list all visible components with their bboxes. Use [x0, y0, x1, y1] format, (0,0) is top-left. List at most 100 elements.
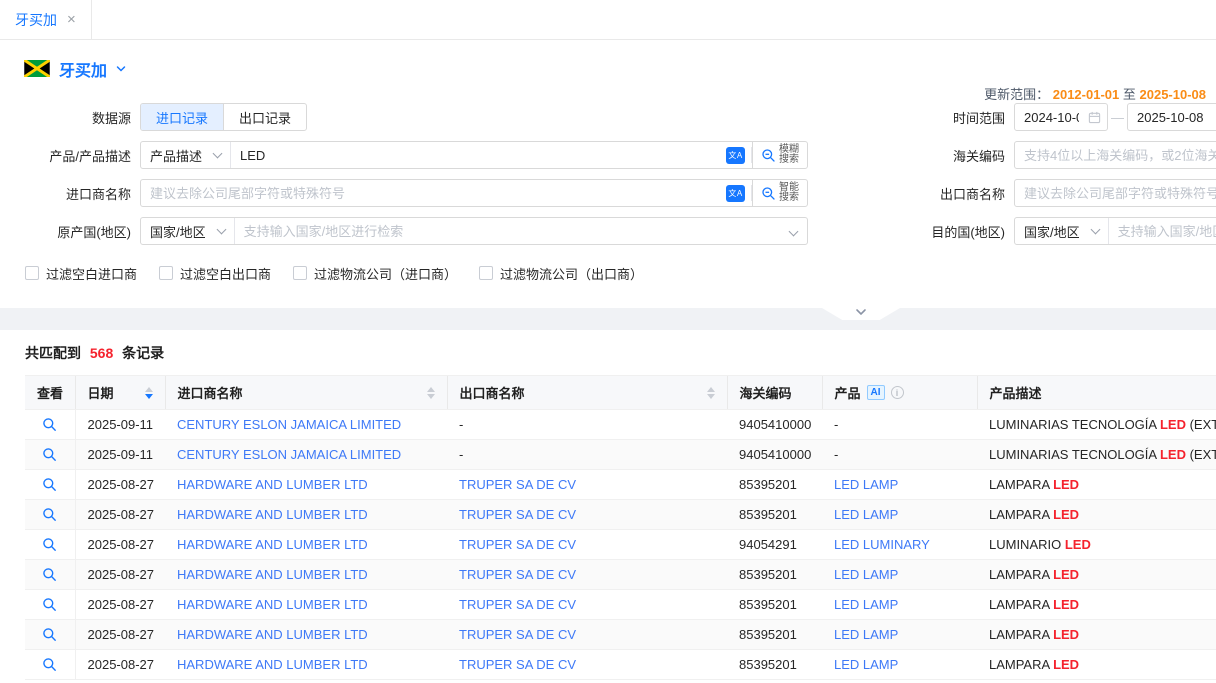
view-record-icon[interactable] [39, 654, 61, 676]
product-link[interactable]: LED LAMP [834, 567, 898, 582]
translate-icon[interactable]: 文A [726, 185, 745, 202]
tab-import-records[interactable]: 进口记录 [141, 104, 223, 130]
tab-export-records[interactable]: 出口记录 [223, 104, 306, 130]
origin-country-select-value: 国家/地区 [150, 222, 206, 241]
view-record-icon[interactable] [39, 474, 61, 496]
exporter-name-input[interactable] [1015, 180, 1216, 206]
view-cell [25, 620, 75, 650]
checkbox-label: 过滤物流公司（进口商） [314, 264, 457, 283]
hs-code-value: 85395201 [739, 627, 797, 642]
update-range-to: 至 [1123, 87, 1136, 102]
view-record-icon[interactable] [39, 564, 61, 586]
sort-icons-date[interactable] [145, 387, 153, 399]
record-date: 2025-08-27 [88, 597, 155, 612]
view-record-icon[interactable] [39, 624, 61, 646]
date-start-field[interactable] [1014, 103, 1108, 131]
view-record-icon[interactable] [39, 414, 61, 436]
product-cell: LED LAMP [822, 470, 977, 500]
exporter-link[interactable]: TRUPER SA DE CV [459, 597, 576, 612]
importer-link[interactable]: HARDWARE AND LUMBER LTD [177, 627, 368, 642]
exporter-link[interactable]: TRUPER SA DE CV [459, 627, 576, 642]
table-row: 2025-09-11CENTURY ESLON JAMAICA LIMITED-… [25, 410, 1216, 440]
smart-search-button[interactable]: 智能 搜索 [752, 180, 807, 206]
product-input-group: 产品描述 文A 模糊 搜索 [140, 141, 808, 169]
importer-cell: HARDWARE AND LUMBER LTD [165, 650, 447, 680]
hs-code-value: 94054291 [739, 537, 797, 552]
exporter-link[interactable]: TRUPER SA DE CV [459, 657, 576, 672]
exporter-name-field[interactable] [1014, 179, 1216, 207]
importer-cell: HARDWARE AND LUMBER LTD [165, 620, 447, 650]
smart-search-line2: 搜索 [779, 193, 799, 203]
view-cell [25, 440, 75, 470]
date-start-input[interactable] [1015, 104, 1088, 130]
importer-name-input[interactable] [141, 180, 726, 206]
checkbox-filter-logistics-importer[interactable]: 过滤物流公司（进口商） [293, 264, 457, 283]
close-icon[interactable]: × [67, 12, 76, 27]
dest-country-select[interactable]: 国家/地区 [1015, 218, 1109, 244]
importer-label: 进口商名称 [0, 184, 140, 203]
product-cell: LED LUMINARY [822, 530, 977, 560]
exporter-link[interactable]: TRUPER SA DE CV [459, 507, 576, 522]
view-record-icon[interactable] [39, 534, 61, 556]
hs-cell: 85395201 [727, 650, 822, 680]
importer-cell: HARDWARE AND LUMBER LTD [165, 470, 447, 500]
hs-code-field[interactable] [1014, 141, 1216, 169]
date-end-input[interactable] [1128, 104, 1214, 130]
date-end-field[interactable] [1127, 103, 1216, 131]
importer-link[interactable]: CENTURY ESLON JAMAICA LIMITED [177, 447, 401, 462]
exporter-link[interactable]: TRUPER SA DE CV [459, 537, 576, 552]
chevron-down-icon [1090, 224, 1100, 234]
checkbox-filter-logistics-exporter[interactable]: 过滤物流公司（出口商） [479, 264, 643, 283]
exporter-cell: TRUPER SA DE CV [447, 470, 727, 500]
importer-link[interactable]: CENTURY ESLON JAMAICA LIMITED [177, 417, 401, 432]
product-label: 产品/产品描述 [0, 146, 140, 165]
results-summary: 共匹配到 568 条记录 [0, 330, 1216, 375]
importer-cell: HARDWARE AND LUMBER LTD [165, 500, 447, 530]
product-link[interactable]: LED LAMP [834, 627, 898, 642]
sort-icons-importer[interactable] [427, 387, 435, 399]
fuzzy-search-button[interactable]: 模糊 搜索 [752, 142, 807, 168]
info-icon[interactable] [891, 386, 904, 399]
product-link[interactable]: LED LAMP [834, 597, 898, 612]
importer-link[interactable]: HARDWARE AND LUMBER LTD [177, 477, 368, 492]
dest-country-input[interactable] [1109, 218, 1216, 244]
description-cell: LAMPARA LED [977, 650, 1216, 680]
product-link[interactable]: LED LAMP [834, 477, 898, 492]
col-product-label: 产品 [835, 383, 861, 402]
view-record-icon[interactable] [39, 594, 61, 616]
view-record-icon[interactable] [39, 504, 61, 526]
exporter-link[interactable]: TRUPER SA DE CV [459, 567, 576, 582]
product-type-select[interactable]: 产品描述 [141, 142, 231, 168]
translate-icon[interactable]: 文A [726, 147, 745, 164]
view-record-icon[interactable] [39, 444, 61, 466]
product-link[interactable]: LED LAMP [834, 507, 898, 522]
product-cell: LED LAMP [822, 590, 977, 620]
chevron-down-icon [855, 308, 867, 316]
checkbox-label: 过滤空白出口商 [180, 264, 271, 283]
table-row: 2025-08-27HARDWARE AND LUMBER LTDTRUPER … [25, 620, 1216, 650]
importer-link[interactable]: HARDWARE AND LUMBER LTD [177, 567, 368, 582]
checkbox-filter-blank-exporter[interactable]: 过滤空白出口商 [159, 264, 271, 283]
ai-badge: AI [867, 385, 885, 400]
checkbox-filter-blank-importer[interactable]: 过滤空白进口商 [25, 264, 137, 283]
hs-cell: 85395201 [727, 560, 822, 590]
exporter-link[interactable]: TRUPER SA DE CV [459, 477, 576, 492]
origin-country-select[interactable]: 国家/地区 [141, 218, 235, 244]
tab-jamaica[interactable]: 牙买加 × [0, 0, 92, 39]
importer-link[interactable]: HARDWARE AND LUMBER LTD [177, 597, 368, 612]
importer-link[interactable]: HARDWARE AND LUMBER LTD [177, 657, 368, 672]
datasource-label: 数据源 [0, 108, 140, 127]
sort-icons-exporter[interactable] [707, 387, 715, 399]
product-search-input[interactable] [231, 142, 726, 168]
product-link[interactable]: LED LUMINARY [834, 537, 930, 552]
date-cell: 2025-08-27 [75, 650, 165, 680]
origin-country-input[interactable] [235, 218, 786, 244]
summary-suffix: 条记录 [122, 345, 164, 361]
importer-link[interactable]: HARDWARE AND LUMBER LTD [177, 507, 368, 522]
importer-link[interactable]: HARDWARE AND LUMBER LTD [177, 537, 368, 552]
product-cell: LED LAMP [822, 620, 977, 650]
chevron-down-icon[interactable] [116, 64, 126, 74]
product-link[interactable]: LED LAMP [834, 657, 898, 672]
collapse-panel-handle[interactable] [822, 308, 900, 320]
hs-code-input[interactable] [1015, 142, 1216, 168]
